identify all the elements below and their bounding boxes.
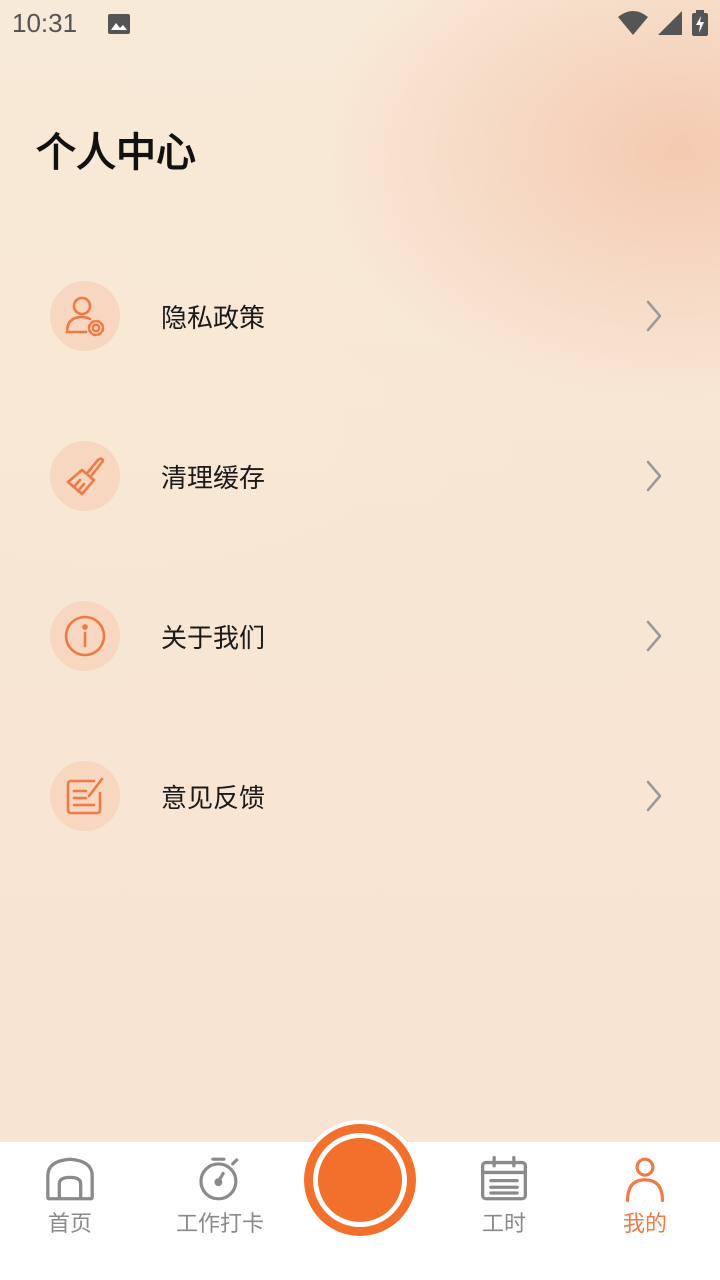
stopwatch-icon <box>199 1157 239 1201</box>
nav-tab-hours[interactable]: 工时 <box>448 1142 560 1238</box>
menu-item-clear-cache[interactable]: 清理缓存 <box>0 396 720 556</box>
status-time: 10:31 <box>12 8 78 38</box>
menu-label: 清理缓存 <box>161 463 266 494</box>
nav-tab-clock-in[interactable]: 工作打卡 <box>160 1142 280 1238</box>
menu-label: 关于我们 <box>161 623 266 654</box>
person-icon <box>625 1157 665 1202</box>
record-button-icon <box>304 1124 416 1236</box>
center-action-button[interactable] <box>300 1120 420 1240</box>
settings-menu: 隐私政策 清理缓存 关于我们 意见反馈 <box>0 236 720 876</box>
nav-label: 我的 <box>622 1212 667 1237</box>
image-notification-icon <box>108 14 130 34</box>
nav-label: 首页 <box>47 1212 92 1237</box>
status-icons <box>618 10 708 36</box>
battery-icon <box>692 10 708 36</box>
chevron-right-icon <box>646 300 662 332</box>
record-button-ring <box>313 1133 407 1227</box>
menu-item-privacy-policy[interactable]: 隐私政策 <box>0 236 720 396</box>
feedback-edit-icon <box>50 761 120 831</box>
menu-label: 意见反馈 <box>161 783 266 814</box>
chevron-right-icon <box>646 780 662 812</box>
status-bar: 10:31 <box>0 0 720 50</box>
menu-item-about-us[interactable]: 关于我们 <box>0 556 720 716</box>
calendar-list-icon <box>480 1156 527 1201</box>
chevron-right-icon <box>646 460 662 492</box>
wifi-icon <box>618 11 648 35</box>
signal-icon <box>658 11 682 35</box>
chevron-right-icon <box>646 620 662 652</box>
nav-tab-home[interactable]: 首页 <box>20 1142 120 1238</box>
info-icon <box>50 601 120 671</box>
menu-item-feedback[interactable]: 意见反馈 <box>0 716 720 876</box>
nav-label: 工时 <box>481 1212 526 1237</box>
nav-bottom-padding <box>0 1238 720 1280</box>
home-icon <box>46 1157 94 1201</box>
nav-label: 工作打卡 <box>175 1212 264 1237</box>
page-title: 个人中心 <box>36 130 196 176</box>
menu-label: 隐私政策 <box>161 303 266 334</box>
nav-tab-mine[interactable]: 我的 <box>595 1142 695 1238</box>
user-settings-icon <box>50 281 120 351</box>
broom-icon <box>50 441 120 511</box>
